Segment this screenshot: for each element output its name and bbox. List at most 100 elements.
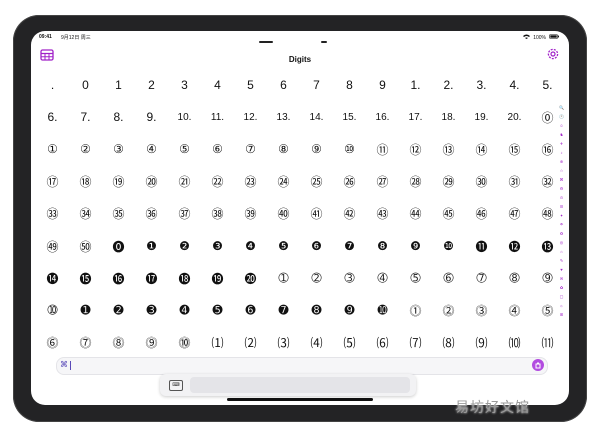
digit-cell[interactable]: 4 — [201, 75, 234, 95]
digit-cell[interactable]: ⓺ — [36, 333, 69, 353]
index-icon[interactable]: ☆ — [560, 168, 564, 173]
digit-cell[interactable]: ⑰ — [36, 172, 69, 192]
digit-cell[interactable]: 10. — [168, 107, 201, 127]
digit-cell[interactable]: ㉕ — [300, 172, 333, 192]
section-index[interactable]: 🔍 🕐 ☺ ♞ ✈ ♪ ⊕ ☆ ⌘ ⚙ ⊙ ☰ ✦ ☂ ♻ ◎ ⌂ ✎ ♥ ✉ ✿ ▢ ☼ ⊞ — [558, 105, 565, 317]
index-icon[interactable]: ✉ — [560, 276, 563, 281]
digit-cell[interactable]: ⑮ — [498, 139, 531, 159]
index-icon[interactable]: ☰ — [560, 204, 564, 209]
digit-cell[interactable]: ⑬ — [432, 139, 465, 159]
index-icon[interactable]: ⊕ — [560, 159, 563, 164]
digit-cell[interactable]: ⑱ — [69, 172, 102, 192]
digit-cell[interactable]: ⑥ — [201, 139, 234, 159]
digit-cell[interactable]: ⑫ — [399, 139, 432, 159]
digit-cell[interactable]: 8 — [333, 75, 366, 95]
index-icon[interactable]: ◎ — [560, 240, 564, 245]
digit-cell[interactable]: ⑧ — [267, 139, 300, 159]
digit-cell[interactable]: 13. — [267, 107, 300, 127]
digit-cell[interactable]: 1. — [399, 75, 432, 95]
digit-cell[interactable]: ❸ — [201, 236, 234, 256]
digit-cell[interactable]: ⓫ — [465, 236, 498, 256]
digit-cell[interactable]: 5. — [531, 75, 564, 95]
digit-cell[interactable]: ⓼ — [102, 333, 135, 353]
home-indicator[interactable] — [227, 398, 373, 401]
digit-cell[interactable]: ㊸ — [366, 204, 399, 224]
index-icon[interactable]: ✦ — [560, 213, 563, 218]
digit-cell[interactable]: ⓸ — [498, 300, 531, 320]
digit-cell[interactable]: ① — [36, 139, 69, 159]
digit-cell[interactable]: ㊴ — [234, 204, 267, 224]
digit-cell[interactable]: ㉑ — [168, 172, 201, 192]
index-icon[interactable]: ☺ — [559, 123, 563, 128]
digit-cell[interactable]: ⓿ — [102, 236, 135, 256]
digit-cell[interactable]: ㉝ — [36, 204, 69, 224]
digit-cell[interactable]: ➌ — [135, 300, 168, 320]
digit-cell[interactable]: ⓳ — [201, 268, 234, 288]
index-icon[interactable]: ♥ — [560, 267, 562, 272]
digit-cell[interactable]: ⑨ — [300, 139, 333, 159]
digit-cell[interactable]: ➏ — [234, 300, 267, 320]
digit-cell[interactable]: ⓰ — [102, 268, 135, 288]
digit-cell[interactable]: 6. — [36, 107, 69, 127]
digit-cell[interactable]: ㉒ — [201, 172, 234, 192]
index-icon[interactable]: ⊞ — [560, 312, 563, 317]
digit-cell[interactable]: ㉚ — [465, 172, 498, 192]
digit-cell[interactable]: ㊼ — [498, 204, 531, 224]
index-icon[interactable]: ☼ — [560, 303, 564, 308]
digit-cell[interactable]: ❼ — [333, 236, 366, 256]
digit-cell[interactable]: ⓬ — [498, 236, 531, 256]
digit-cell[interactable]: 12. — [234, 107, 267, 127]
index-icon[interactable]: ✿ — [560, 285, 563, 290]
digit-cell[interactable]: ⑾ — [531, 333, 564, 353]
digit-cell[interactable]: ㊹ — [399, 204, 432, 224]
digit-cell[interactable]: 14. — [300, 107, 333, 127]
digit-cell[interactable]: ➒ — [333, 300, 366, 320]
digit-cell[interactable]: 7. — [69, 107, 102, 127]
index-icon[interactable]: ▢ — [560, 294, 564, 299]
index-icon[interactable]: ⊙ — [560, 195, 563, 200]
digit-cell[interactable]: ➉ — [36, 300, 69, 320]
digit-cell[interactable]: 7 — [300, 75, 333, 95]
digit-cell[interactable]: ㉖ — [333, 172, 366, 192]
digit-cell[interactable]: ② — [69, 139, 102, 159]
digit-cell[interactable]: ❹ — [234, 236, 267, 256]
digit-cell[interactable]: ⓷ — [465, 300, 498, 320]
digit-cell[interactable]: ➂ — [333, 268, 366, 288]
digit-cell[interactable]: ⓯ — [69, 268, 102, 288]
digit-cell[interactable]: ㉛ — [498, 172, 531, 192]
digit-cell[interactable]: 3. — [465, 75, 498, 95]
digit-cell[interactable]: ⓱ — [135, 268, 168, 288]
digit-cell[interactable]: ㊶ — [300, 204, 333, 224]
digit-cell[interactable]: 9. — [135, 107, 168, 127]
digit-cell[interactable]: 5 — [234, 75, 267, 95]
digit-cell[interactable]: 17. — [399, 107, 432, 127]
digit-cell[interactable]: ㉙ — [432, 172, 465, 192]
index-icon[interactable]: ♪ — [561, 150, 563, 155]
digit-cell[interactable]: ❾ — [399, 236, 432, 256]
digit-cell[interactable]: ㊱ — [135, 204, 168, 224]
digit-cell[interactable]: 15. — [333, 107, 366, 127]
digit-cell[interactable]: 19. — [465, 107, 498, 127]
digit-cell[interactable]: ⑴ — [201, 333, 234, 353]
digit-cell[interactable]: . — [36, 75, 69, 95]
digit-cell[interactable]: ➓ — [366, 300, 399, 320]
digit-cell[interactable]: ③ — [102, 139, 135, 159]
index-icon[interactable]: ✈ — [560, 141, 563, 146]
digit-cell[interactable]: ➊ — [69, 300, 102, 320]
digit-cell[interactable]: ➐ — [267, 300, 300, 320]
index-icon[interactable]: ⚙ — [560, 186, 564, 191]
digit-cell[interactable]: ㉟ — [102, 204, 135, 224]
digit-cell[interactable]: ④ — [135, 139, 168, 159]
digit-cell[interactable]: ⓵ — [399, 300, 432, 320]
digit-cell[interactable]: ➋ — [102, 300, 135, 320]
digit-cell[interactable]: 3 — [168, 75, 201, 95]
digit-cell[interactable]: ➀ — [267, 268, 300, 288]
index-icon[interactable]: ♻ — [560, 231, 564, 236]
digit-cell[interactable]: ⓽ — [135, 333, 168, 353]
digit-cell[interactable]: ⑸ — [333, 333, 366, 353]
digit-cell[interactable]: ⑷ — [300, 333, 333, 353]
digit-cell[interactable]: ㉔ — [267, 172, 300, 192]
digit-cell[interactable]: 8. — [102, 107, 135, 127]
digit-cell[interactable]: 9 — [366, 75, 399, 95]
digit-cell[interactable]: ㉓ — [234, 172, 267, 192]
